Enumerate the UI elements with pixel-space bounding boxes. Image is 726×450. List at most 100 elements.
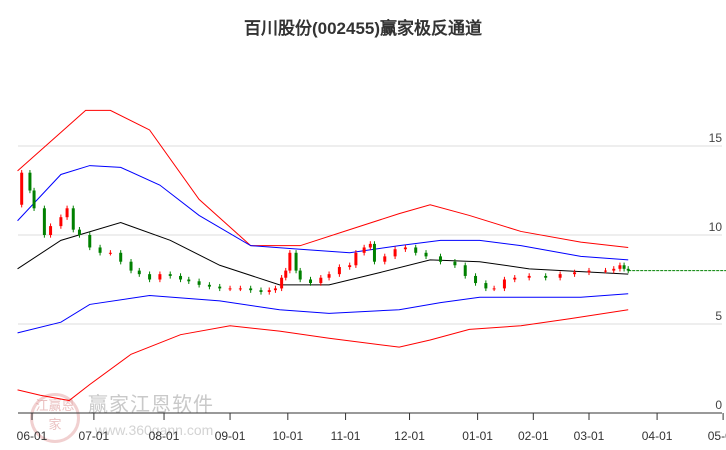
candle-body <box>228 288 232 290</box>
candle-body <box>249 288 253 291</box>
candle-body <box>28 172 32 191</box>
candle <box>474 273 478 286</box>
candle-body <box>354 252 358 266</box>
candle <box>207 282 211 290</box>
x-tick-label: 07-01 <box>79 429 110 443</box>
candle <box>319 275 323 286</box>
candle <box>197 278 201 288</box>
candle-body <box>197 281 201 285</box>
band-outer-lower <box>17 309 629 402</box>
candle <box>622 262 626 272</box>
candle <box>463 262 467 279</box>
candle <box>544 273 548 281</box>
candle-body <box>527 275 531 278</box>
candle <box>513 275 517 283</box>
candle-body <box>372 243 376 262</box>
candle <box>158 271 162 283</box>
candle-body <box>626 268 630 271</box>
candle <box>288 250 292 274</box>
x-tick-label: 06-01 <box>17 429 48 443</box>
candle <box>362 244 366 256</box>
x-tick-label: 01-01 <box>462 429 493 443</box>
candle <box>280 275 284 292</box>
y-tick-label: 10 <box>709 220 723 234</box>
candle <box>228 285 232 292</box>
candle <box>348 262 352 270</box>
candle <box>65 205 69 220</box>
candle-body <box>587 270 591 273</box>
candle <box>179 273 183 283</box>
candle <box>327 271 331 281</box>
candle <box>337 264 341 277</box>
candle-body <box>148 274 152 280</box>
x-tick-label: 03-01 <box>574 429 605 443</box>
y-tick-label: 0 <box>715 398 722 412</box>
candle-body <box>612 268 616 271</box>
candle-body <box>327 274 331 278</box>
candle-body <box>348 265 352 268</box>
candle <box>32 187 36 211</box>
candle <box>249 285 253 293</box>
candle-body <box>129 261 133 271</box>
candle-body <box>438 256 442 262</box>
candle-body <box>337 267 341 275</box>
candle <box>368 241 372 251</box>
candle-body <box>42 208 46 235</box>
candle-body <box>484 283 488 289</box>
candle <box>618 262 622 272</box>
candle-body <box>403 247 407 250</box>
candle <box>88 232 92 251</box>
candle-body <box>453 261 457 266</box>
candle-body <box>32 190 36 209</box>
x-tick-label: 08-01 <box>149 429 180 443</box>
chart-container: 百川股份(002455)赢家极反通道 江赢恩家 赢家江恩软件 www.360ga… <box>0 0 726 450</box>
candle-body <box>414 247 418 253</box>
candle-body <box>88 235 92 248</box>
candle <box>284 267 288 281</box>
x-tick-label: 11-01 <box>331 429 361 443</box>
candle <box>42 205 46 238</box>
candle-body <box>158 274 162 280</box>
candle <box>77 226 81 238</box>
candle-body <box>298 270 302 280</box>
candle <box>527 273 531 281</box>
candle <box>273 285 277 293</box>
candle-body <box>309 279 313 284</box>
candle <box>372 241 376 265</box>
candle-body <box>238 288 242 290</box>
candle <box>218 283 222 292</box>
candle-body <box>558 274 562 278</box>
candle-body <box>393 249 397 257</box>
candle-body <box>20 172 24 205</box>
candle-body <box>280 277 284 289</box>
candle <box>502 276 506 292</box>
x-tick-label: 12-01 <box>394 429 425 443</box>
candle-body <box>362 247 366 253</box>
candle <box>259 287 263 295</box>
candle <box>49 223 53 238</box>
candle <box>424 250 428 260</box>
candle-body <box>108 252 112 254</box>
candle <box>267 287 271 295</box>
candle-body <box>273 288 277 291</box>
x-tick-label: 04-01 <box>642 429 673 443</box>
candle <box>298 267 302 283</box>
candle-body <box>424 252 428 257</box>
band-outer-upper <box>17 109 629 248</box>
candle <box>626 266 630 274</box>
candle <box>98 244 102 256</box>
x-tick-label: 02-01 <box>518 429 549 443</box>
candle-body <box>622 265 626 269</box>
band-inner-lower <box>17 293 629 334</box>
candle-body <box>259 290 263 292</box>
candle <box>612 266 616 274</box>
candle-body <box>544 275 548 278</box>
y-tick-label: 5 <box>715 309 722 323</box>
candle-body <box>65 208 69 218</box>
candle-body <box>98 247 102 253</box>
candle <box>393 246 397 260</box>
candle <box>492 285 496 292</box>
candle-body <box>59 217 63 227</box>
candle <box>148 271 152 283</box>
x-tick-label: 05-01 <box>708 429 726 443</box>
